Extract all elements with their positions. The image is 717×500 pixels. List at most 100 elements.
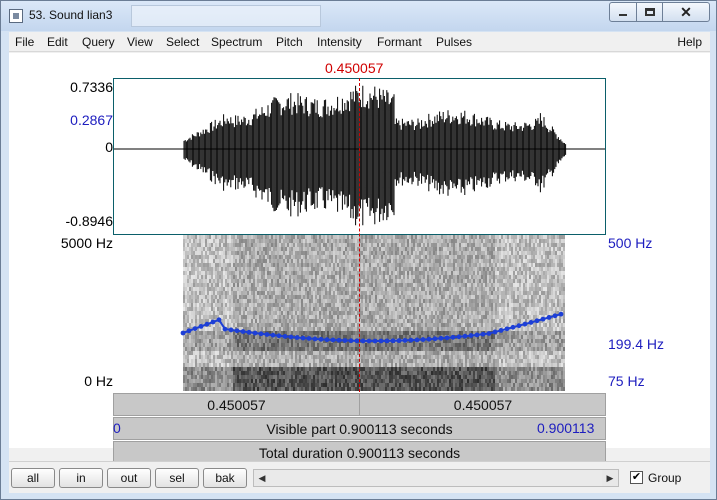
pitch-point bbox=[438, 335, 444, 341]
menu-help[interactable]: Help bbox=[677, 35, 702, 49]
menu-edit[interactable]: Edit bbox=[47, 35, 68, 49]
right-arrow-icon[interactable]: ▶ bbox=[602, 470, 618, 486]
pitch-point bbox=[306, 336, 312, 341]
pitch-point bbox=[558, 311, 564, 317]
visible-part-label: Visible part 0.900113 seconds bbox=[266, 420, 453, 437]
pitch-point bbox=[258, 331, 264, 337]
pitch-point bbox=[216, 317, 222, 323]
selection-right-time[interactable]: 0.450057 bbox=[361, 394, 605, 415]
pitch-point bbox=[330, 337, 336, 343]
time-scrollbar[interactable]: ◀ ▶ bbox=[253, 469, 619, 487]
menu-pulses[interactable]: Pulses bbox=[436, 35, 472, 49]
pitch-point bbox=[324, 337, 330, 343]
title-bar[interactable]: 53. Sound lian3 ✕ bbox=[1, 1, 716, 31]
pitch-point bbox=[426, 336, 432, 342]
pitch-point bbox=[456, 334, 462, 340]
pitch-point bbox=[474, 332, 480, 338]
selection-bar[interactable]: 0.450057 0.450057 bbox=[113, 393, 606, 416]
pitch-point bbox=[240, 329, 246, 334]
pitch-point bbox=[336, 337, 342, 343]
pitch-point bbox=[342, 338, 348, 343]
praat-window-icon[interactable] bbox=[9, 9, 23, 23]
close-button[interactable]: ✕ bbox=[662, 2, 710, 22]
pitch-point bbox=[252, 330, 258, 336]
total-duration-label: Total duration 0.900113 seconds bbox=[258, 444, 461, 461]
pitch-point bbox=[378, 338, 384, 344]
maximize-icon bbox=[644, 8, 655, 16]
menu-file[interactable]: File bbox=[15, 35, 34, 49]
spectrogram-freq-min-label: 0 Hz bbox=[84, 373, 113, 389]
pitch-max-label: 500 Hz bbox=[608, 235, 653, 251]
pitch-point bbox=[228, 327, 234, 333]
minimize-button[interactable] bbox=[609, 2, 637, 22]
visible-part-bar[interactable]: Visible part 0.900113 seconds bbox=[113, 417, 606, 440]
pitch-point bbox=[528, 320, 534, 325]
pitch-point bbox=[198, 324, 204, 329]
pitch-point bbox=[204, 321, 210, 327]
spectrogram-freq-max-label: 5000 Hz bbox=[60, 235, 113, 251]
menu-view[interactable]: View bbox=[127, 35, 153, 49]
left-arrow-icon[interactable]: ◀ bbox=[254, 470, 270, 486]
pitch-point bbox=[366, 338, 372, 344]
zoom-selection-button[interactable]: sel bbox=[155, 468, 199, 488]
menu-pitch[interactable]: Pitch bbox=[276, 35, 303, 49]
zoom-back-button[interactable]: bak bbox=[203, 468, 247, 488]
sound-editor-plot[interactable]: 0.450057 0.7336 0.2867 0 -0.8946 5000 Hz… bbox=[9, 53, 710, 464]
menu-bar: File Edit Query View Select Spectrum Pit… bbox=[9, 32, 710, 52]
group-label: Group bbox=[648, 471, 682, 485]
pitch-point bbox=[222, 326, 228, 332]
pitch-point bbox=[246, 329, 252, 335]
pitch-point bbox=[540, 316, 546, 322]
zoom-out-button[interactable]: out bbox=[107, 468, 151, 488]
group-checkbox[interactable]: ✔ bbox=[630, 471, 643, 484]
menu-formant[interactable]: Formant bbox=[377, 35, 422, 49]
pitch-point bbox=[450, 334, 456, 340]
pitch-point bbox=[384, 338, 390, 344]
menu-query[interactable]: Query bbox=[82, 35, 115, 49]
pitch-point bbox=[288, 334, 294, 340]
pitch-point bbox=[270, 332, 276, 338]
selection-left-time[interactable]: 0.450057 bbox=[114, 394, 360, 415]
pitch-point bbox=[312, 336, 318, 342]
menu-select[interactable]: Select bbox=[166, 35, 199, 49]
pitch-point bbox=[186, 328, 192, 334]
menu-intensity[interactable]: Intensity bbox=[317, 35, 362, 49]
bottom-toolbar: all in out sel bak ◀ ▶ ✔ Group bbox=[9, 461, 710, 493]
maximize-button[interactable] bbox=[636, 2, 663, 22]
pitch-cursor-value-label: 199.4 Hz bbox=[608, 336, 665, 352]
pitch-point bbox=[498, 328, 504, 333]
pitch-min-label: 75 Hz bbox=[608, 373, 645, 389]
pitch-point bbox=[486, 331, 492, 336]
pitch-point bbox=[510, 324, 516, 330]
pitch-point bbox=[390, 338, 396, 344]
pitch-point bbox=[522, 321, 528, 327]
pitch-point bbox=[360, 338, 366, 344]
pitch-point bbox=[414, 337, 420, 343]
pitch-point bbox=[396, 338, 402, 344]
sound-window: 53. Sound lian3 ✕ File Edit Query View S… bbox=[0, 0, 717, 500]
pitch-point bbox=[348, 338, 354, 344]
time-cursor-line bbox=[359, 78, 360, 392]
visible-start-time: 0 bbox=[113, 420, 121, 436]
zoom-in-button[interactable]: in bbox=[59, 468, 103, 488]
pitch-point bbox=[432, 336, 438, 342]
pitch-point bbox=[402, 338, 408, 343]
pitch-point bbox=[180, 330, 186, 336]
pitch-point bbox=[492, 329, 498, 335]
pitch-point bbox=[294, 335, 300, 340]
waveform-trace bbox=[183, 85, 567, 226]
pitch-point bbox=[516, 323, 522, 329]
close-icon: ✕ bbox=[680, 3, 692, 20]
cursor-time-label: 0.450057 bbox=[325, 60, 384, 76]
zoom-all-button[interactable]: all bbox=[11, 468, 55, 488]
waveform-max-label: 0.7336 bbox=[70, 79, 113, 95]
pitch-point bbox=[264, 332, 270, 337]
pitch-point bbox=[552, 313, 558, 319]
minimize-icon bbox=[619, 14, 627, 16]
pitch-point bbox=[444, 335, 450, 341]
pitch-point bbox=[210, 319, 216, 325]
pitch-point bbox=[534, 318, 540, 324]
menu-spectrum[interactable]: Spectrum bbox=[211, 35, 262, 49]
waveform-zero-label: 0 bbox=[105, 139, 113, 155]
pitch-point bbox=[234, 328, 240, 334]
